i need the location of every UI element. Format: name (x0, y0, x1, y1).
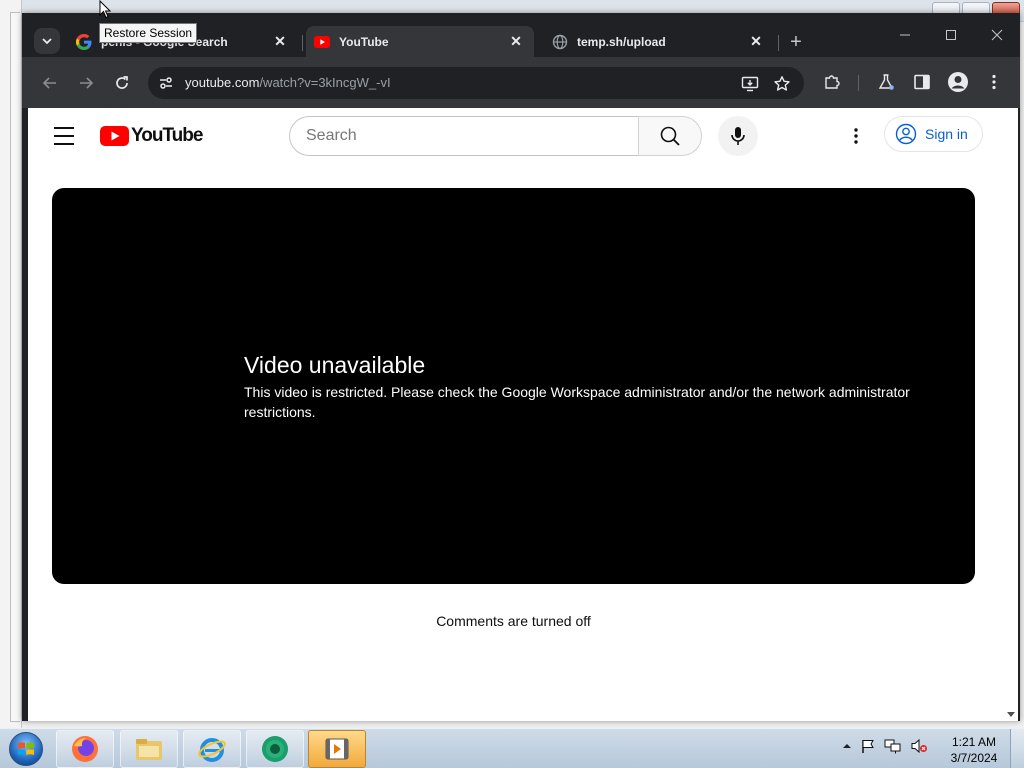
system-tray (842, 738, 928, 754)
account-circle-icon (895, 123, 917, 145)
new-tab-button[interactable]: + (784, 30, 808, 54)
action-center-flag-icon[interactable] (860, 738, 876, 754)
comments-status: Comments are turned off (436, 613, 591, 629)
puzzle-icon (825, 75, 840, 89)
url-text: youtube.com/watch?v=3kIncgW_-vI (185, 75, 391, 90)
system-clock[interactable]: 1:21 AM 3/7/2024 (944, 734, 1004, 766)
search-input[interactable] (306, 125, 626, 147)
maximize-icon (946, 30, 956, 40)
video-player[interactable]: Video unavailable This video is restrict… (52, 188, 975, 584)
chrome-menu-button[interactable] (982, 70, 1006, 94)
tab-close-icon[interactable]: ✕ (508, 33, 524, 50)
close-window-button[interactable] (974, 21, 1020, 49)
scroll-down-icon[interactable] (1007, 712, 1015, 717)
error-message: This video is restricted. Please check t… (244, 384, 910, 420)
page-scrollbar[interactable] (1004, 108, 1018, 721)
media-player-icon (325, 738, 349, 760)
tab-separator (778, 35, 779, 51)
address-bar[interactable]: youtube.com/watch?v=3kIncgW_-vI (148, 67, 804, 99)
taskbar-media-player[interactable] (308, 730, 366, 768)
restore-session-tooltip: Restore Session (99, 23, 198, 43)
internet-explorer-icon (198, 738, 226, 762)
profile-button[interactable] (946, 70, 970, 94)
firefox-icon (72, 736, 98, 762)
side-panel-button[interactable] (910, 70, 934, 94)
taskbar-chrome[interactable] (246, 730, 304, 768)
microphone-icon (731, 127, 745, 145)
labs-button[interactable] (874, 70, 898, 94)
tab-separator (302, 35, 303, 51)
search-box (289, 116, 639, 156)
hamburger-icon (54, 127, 74, 129)
flask-icon (878, 74, 894, 90)
taskbar-file-explorer[interactable] (120, 730, 178, 768)
url-path: /watch?v=3kIncgW_-vI (259, 75, 391, 90)
reload-button[interactable] (108, 69, 136, 97)
google-icon (76, 33, 92, 50)
tab-youtube[interactable]: YouTube ✕ (306, 26, 534, 57)
youtube-logo[interactable]: YouTube (100, 125, 203, 146)
toolbar-divider (858, 75, 859, 91)
minimize-button[interactable] (882, 21, 928, 49)
url-host: youtube.com (185, 75, 260, 90)
chrome-window: penis - Google Search ✕ YouTube ✕ temp.s… (22, 13, 1020, 721)
tab-close-icon[interactable]: ✕ (748, 33, 764, 50)
bookmark-star-icon[interactable] (772, 74, 792, 94)
arrow-left-icon (42, 77, 56, 89)
tab-close-icon[interactable]: ✕ (272, 33, 288, 50)
settings-menu-button[interactable] (844, 124, 868, 148)
file-explorer-icon (136, 739, 162, 760)
profile-avatar-icon (948, 72, 968, 92)
minimize-icon (900, 34, 910, 36)
extensions-button[interactable] (820, 70, 844, 94)
back-button[interactable] (36, 69, 64, 97)
start-button[interactable] (4, 730, 48, 768)
volume-muted-icon[interactable] (910, 738, 928, 754)
forward-button[interactable] (72, 69, 100, 97)
plus-icon: + (790, 30, 802, 53)
taskbar-internet-explorer[interactable] (183, 730, 241, 768)
sign-in-button[interactable]: Sign in (884, 116, 983, 152)
window-controls (882, 21, 1020, 49)
search-icon (660, 126, 680, 146)
side-panel-icon (914, 74, 930, 90)
sign-in-label: Sign in (925, 126, 968, 142)
tab-title: YouTube (339, 34, 389, 49)
mouse-cursor-icon (99, 0, 111, 19)
network-icon[interactable] (884, 738, 902, 754)
guide-menu-button[interactable] (48, 124, 80, 148)
windows-taskbar: 1:21 AM 3/7/2024 (0, 728, 1024, 768)
site-info-icon[interactable] (157, 74, 175, 92)
close-icon (991, 29, 1003, 41)
error-title: Video unavailable (244, 352, 426, 378)
background-window-edge (0, 0, 22, 728)
globe-icon (552, 34, 568, 50)
show-hidden-icons-icon[interactable] (842, 741, 852, 751)
browser-toolbar: youtube.com/watch?v=3kIncgW_-vI (22, 57, 1020, 108)
youtube-wordmark: YouTube (131, 125, 203, 146)
kebab-menu-icon (854, 128, 858, 144)
search-button[interactable] (638, 116, 702, 156)
maximize-button[interactable] (928, 21, 974, 49)
install-app-icon[interactable] (740, 74, 760, 94)
arrow-right-icon (80, 77, 94, 89)
tab-search-button[interactable] (34, 28, 60, 54)
youtube-icon (314, 34, 330, 50)
chevron-down-icon (42, 38, 52, 45)
chrome-icon (262, 736, 288, 762)
taskbar-firefox[interactable] (56, 730, 114, 768)
clock-date: 3/7/2024 (950, 751, 998, 765)
voice-search-button[interactable] (718, 116, 758, 156)
show-desktop-button[interactable] (1010, 729, 1024, 768)
tab-temp-sh[interactable]: temp.sh/upload ✕ (544, 26, 774, 57)
page-viewport: YouTube Sign in Video unavailable This v… (28, 108, 1018, 721)
kebab-menu-icon (992, 74, 996, 90)
youtube-logo-icon (100, 126, 129, 146)
clock-time: 1:21 AM (951, 735, 997, 749)
tab-title: temp.sh/upload (577, 34, 666, 49)
reload-icon (116, 76, 128, 89)
windows-logo-icon (9, 732, 43, 766)
youtube-header: YouTube Sign in (28, 108, 1018, 164)
